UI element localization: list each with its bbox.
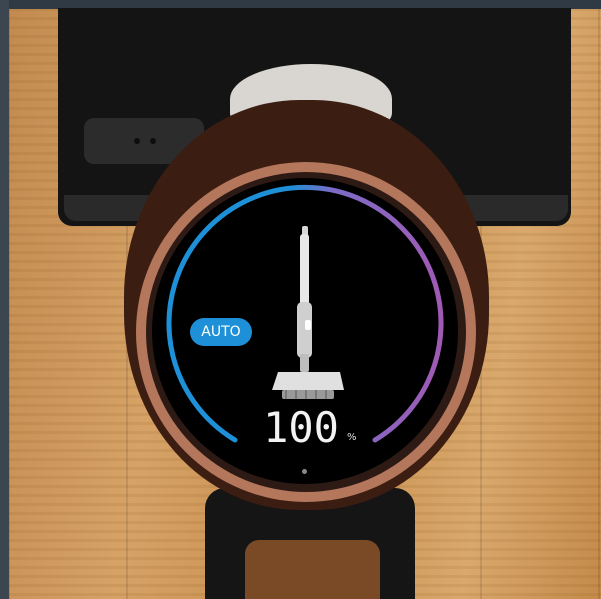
battery-percent-unit: % [347, 432, 357, 443]
clip-hole [134, 138, 140, 144]
background-edge-left [0, 0, 9, 599]
product-photo: AUTO 100 % [0, 0, 601, 599]
stick-vacuum-icon [272, 226, 344, 399]
display-indicator-dot [302, 469, 307, 474]
battery-level-readout: 100 [263, 403, 339, 452]
clip-hole [150, 138, 156, 144]
auto-mode-badge: AUTO [190, 318, 252, 346]
vacuum-handle-accent [245, 540, 380, 599]
